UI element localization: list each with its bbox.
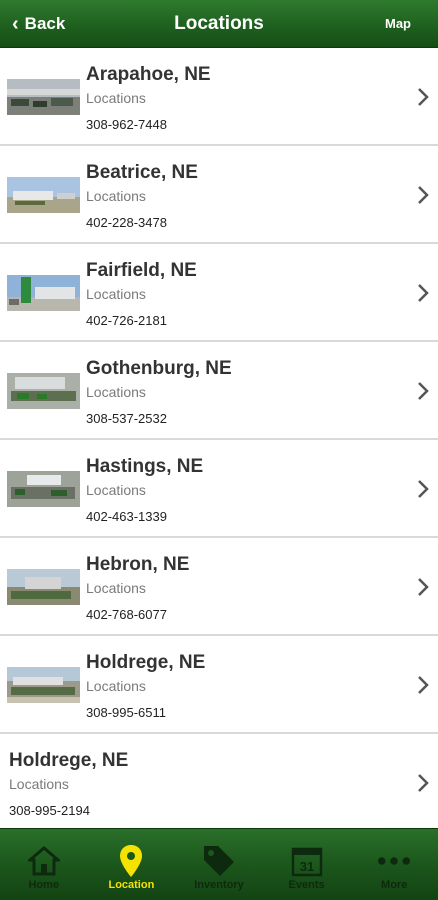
location-photo [7, 667, 80, 703]
location-pin-icon [114, 843, 148, 879]
location-row[interactable]: Hebron, NE Locations 402-768-6077 [0, 538, 438, 636]
calendar-icon: 31 [290, 843, 324, 879]
location-row[interactable]: Gothenburg, NE Locations 308-537-2532 [0, 342, 438, 440]
location-category: Locations [86, 188, 146, 204]
location-category: Locations [86, 90, 146, 106]
tab-more[interactable]: More [350, 829, 438, 900]
chevron-right-icon [418, 186, 429, 204]
more-dots-icon [377, 843, 411, 879]
location-row[interactable]: Holdrege, NE Locations 308-995-2194 [0, 734, 438, 832]
chevron-right-icon [418, 774, 429, 792]
tab-label: Location [108, 879, 155, 891]
chevron-right-icon [418, 284, 429, 302]
chevron-right-icon [418, 578, 429, 596]
location-name: Holdrege, NE [86, 652, 206, 673]
nav-header: ‹ Back Locations Map [0, 0, 438, 48]
tab-label: Events [288, 879, 325, 891]
location-name: Fairfield, NE [86, 260, 197, 281]
tab-inventory[interactable]: Inventory [175, 829, 263, 900]
location-phone: 308-995-2194 [9, 803, 90, 818]
locations-list: Arapahoe, NE Locations 308-962-7448 Beat… [0, 48, 438, 832]
tab-label: More [381, 879, 408, 891]
location-phone: 402-463-1339 [86, 509, 167, 524]
location-phone: 402-228-3478 [86, 215, 167, 230]
location-row[interactable]: Arapahoe, NE Locations 308-962-7448 [0, 48, 438, 146]
location-phone: 402-768-6077 [86, 607, 167, 622]
location-phone: 308-995-6511 [86, 705, 166, 720]
calendar-day: 31 [299, 859, 313, 874]
page-title: Locations [174, 12, 264, 34]
tag-icon [202, 843, 236, 879]
location-category: Locations [86, 678, 146, 694]
tab-home[interactable]: Home [0, 829, 88, 900]
location-name: Gothenburg, NE [86, 358, 232, 379]
location-name: Hebron, NE [86, 554, 190, 575]
location-row[interactable]: Holdrege, NE Locations 308-995-6511 [0, 636, 438, 734]
chevron-left-icon: ‹ [12, 13, 19, 35]
location-category: Locations [86, 580, 146, 596]
tab-label: Home [28, 879, 60, 891]
location-photo [7, 177, 80, 213]
back-label: Back [24, 14, 66, 33]
location-name: Hastings, NE [86, 456, 204, 477]
location-row[interactable]: Fairfield, NE Locations 402-726-2181 [0, 244, 438, 342]
location-category: Locations [86, 482, 146, 498]
location-phone: 308-537-2532 [86, 411, 167, 426]
location-photo [7, 275, 80, 311]
home-icon [27, 843, 61, 879]
location-name: Beatrice, NE [86, 162, 198, 183]
chevron-right-icon [418, 88, 429, 106]
location-name: Holdrege, NE [9, 750, 129, 771]
chevron-right-icon [418, 382, 429, 400]
chevron-right-icon [418, 480, 429, 498]
location-category: Locations [9, 776, 69, 792]
map-button[interactable]: Map [385, 16, 411, 31]
location-phone: 402-726-2181 [86, 313, 167, 328]
location-row[interactable]: Beatrice, NE Locations 402-228-3478 [0, 146, 438, 244]
location-photo [7, 79, 80, 115]
location-category: Locations [86, 286, 146, 302]
tab-events[interactable]: 31 Events [263, 829, 351, 900]
location-phone: 308-962-7448 [86, 117, 167, 132]
location-row[interactable]: Hastings, NE Locations 402-463-1339 [0, 440, 438, 538]
tab-bar: Home Location Inventory 31 Events More [0, 828, 438, 900]
location-photo [7, 471, 80, 507]
location-photo [7, 569, 80, 605]
tab-label: Inventory [194, 879, 244, 891]
location-category: Locations [86, 384, 146, 400]
location-photo [7, 373, 80, 409]
location-name: Arapahoe, NE [86, 64, 211, 85]
back-button[interactable]: ‹ Back [12, 12, 65, 36]
tab-location[interactable]: Location [88, 829, 176, 900]
chevron-right-icon [418, 676, 429, 694]
